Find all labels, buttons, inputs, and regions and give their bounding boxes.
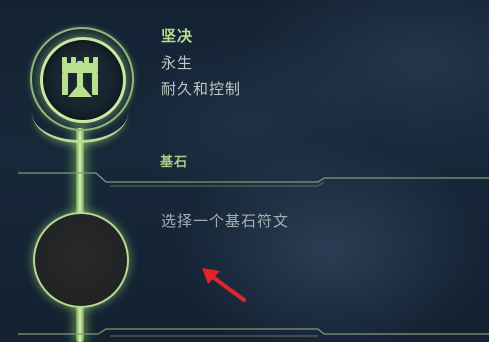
keystone-slot[interactable] bbox=[33, 212, 129, 308]
section-divider-bottom bbox=[18, 326, 489, 342]
tree-description: 耐久和控制 bbox=[161, 80, 242, 98]
fortress-icon bbox=[62, 57, 98, 97]
section-divider-top bbox=[18, 168, 489, 188]
keystone-prompt: 选择一个基石符文 bbox=[161, 212, 290, 230]
red-arrow-icon bbox=[202, 268, 246, 302]
tree-name: 坚决 bbox=[161, 27, 194, 45]
tree-subtitle: 永生 bbox=[161, 54, 194, 72]
rune-page-panel: 坚决 永生 耐久和控制 基石 选择一个基石符文 bbox=[0, 0, 489, 342]
